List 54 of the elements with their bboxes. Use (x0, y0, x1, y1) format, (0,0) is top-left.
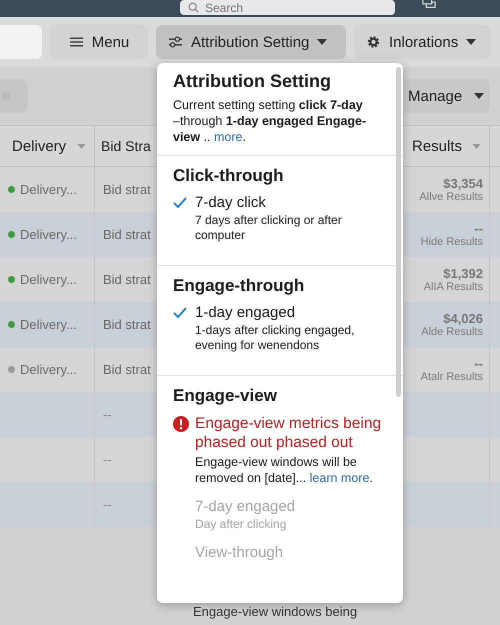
more-link[interactable]: more (214, 130, 242, 144)
table-cell: -- (103, 407, 112, 422)
caret-icon (466, 39, 476, 45)
table-cell: -- (103, 452, 112, 467)
table-cell: -- (103, 497, 112, 512)
table-cell: -- (474, 356, 483, 371)
learn-more-link[interactable]: learn more (310, 471, 370, 485)
table-cell: Delivery... (20, 227, 77, 242)
window-icon[interactable] (422, 0, 436, 9)
table-cell: Delivery... (20, 182, 77, 197)
section-title: Engage-view (173, 386, 278, 406)
table-cell: Engage-view windows being (193, 604, 358, 619)
input-field[interactable] (0, 25, 42, 59)
sliders-icon (168, 35, 183, 49)
table-cell: Hide Results (420, 236, 483, 248)
settings-icon (366, 35, 381, 49)
table-cell: Bid strat (103, 362, 151, 377)
table-cell: Bid strat (103, 272, 151, 287)
table-cell: $4,026 (443, 311, 483, 326)
sort-icon (472, 144, 481, 148)
sort-icon (77, 144, 86, 148)
popover-title: Attribution Setting (173, 71, 332, 92)
search-field[interactable]: Search (205, 0, 355, 14)
table-cell: Allve Results (419, 191, 483, 203)
menu-icon (68, 35, 84, 49)
table-cell: Atalr Results (420, 371, 483, 383)
search-box[interactable]: Search (180, 0, 395, 15)
table-cell: Bid strat (103, 227, 151, 242)
warning-text: Engage-view windows will be removed on [date]... learn more. (195, 454, 374, 486)
section-title: Engage-through (173, 276, 306, 296)
section-title: Click-through (173, 166, 284, 186)
table-cell: Delivery... (20, 362, 77, 377)
table-cell: -- (474, 221, 483, 236)
table-cell: Delivery... (20, 272, 77, 287)
option-item[interactable]: 7-day click 7 days after clicking or after computer (173, 194, 387, 243)
table-cell: Bid strat (103, 317, 151, 332)
column-header[interactable]: Delivery (0, 126, 95, 166)
toolbar-button[interactable]: Inlorations (354, 25, 490, 59)
search-icon (188, 2, 199, 13)
summary-text: Current setting setting click 7-day –through 1-day engaged Engage-view .. more. (173, 97, 368, 145)
toggle-switch[interactable] (0, 79, 28, 113)
toolbar-button[interactable]: Attribution Setting (156, 25, 346, 59)
warning-title: Engage-view metrics being phased out phased out (195, 414, 382, 452)
caret-icon (317, 39, 328, 45)
table-cell: Delivery... (20, 317, 77, 332)
table-cell: AlIA Results (424, 281, 483, 293)
caret-icon (474, 93, 484, 99)
option-item[interactable]: 1-day engaged 1-days after clicking engaged, evening for wenendons (173, 304, 387, 353)
table-cell: $1,392 (443, 266, 483, 281)
warning-icon (173, 416, 189, 432)
toolbar-button[interactable]: Menu (50, 25, 148, 59)
table-cell: Alde Results (421, 326, 483, 338)
table-cell: Bid strat (103, 182, 151, 197)
table-cell: $3,354 (443, 176, 483, 191)
